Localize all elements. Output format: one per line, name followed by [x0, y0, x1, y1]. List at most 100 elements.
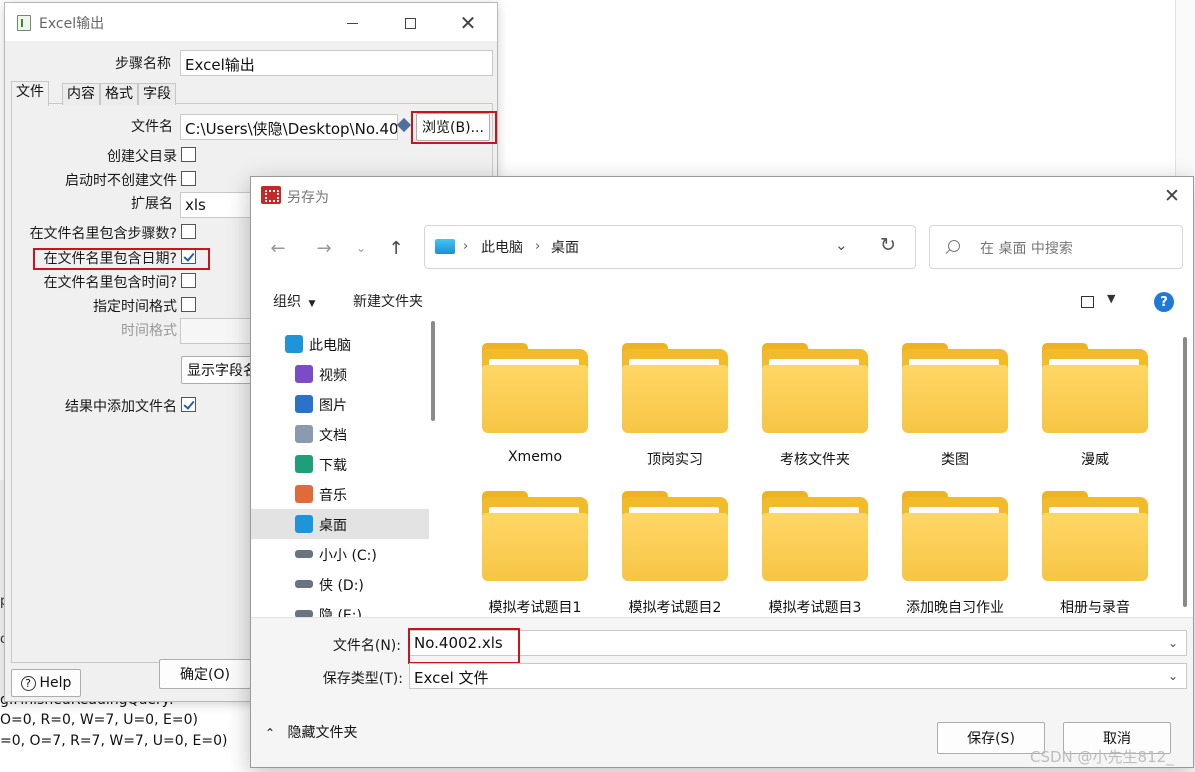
picture-icon — [295, 395, 313, 413]
log-line: =0, O=7, R=7, W=7, U=0, E=0) — [0, 733, 228, 749]
no-create-on-start-checkbox[interactable] — [181, 171, 196, 186]
tab-content[interactable]: 内容 — [62, 83, 100, 105]
up-arrow-icon[interactable]: ↑ — [381, 235, 411, 261]
folder-item[interactable]: 相册与录音 — [1007, 487, 1148, 617]
new-folder-button[interactable]: 新建文件夹 — [353, 291, 423, 311]
include-time-checkbox[interactable] — [181, 273, 196, 288]
create-parent-dir-checkbox[interactable] — [181, 147, 196, 162]
folder-item[interactable]: 顶岗实习 — [587, 339, 728, 479]
ok-button[interactable]: 确定(O) — [159, 659, 251, 689]
folder-label: 漫威 — [1081, 452, 1109, 468]
address-dropdown-icon[interactable]: ⌄ — [835, 236, 848, 254]
drive-icon — [295, 580, 313, 588]
nav-item-label: 侠 (D:) — [319, 578, 364, 594]
nav-item-label: 此电脑 — [309, 338, 351, 354]
help-button[interactable]: ? Help — [11, 669, 81, 697]
address-bar[interactable]: › 此电脑 › 桌面 ⌄ ↻ — [424, 225, 916, 269]
nav-item-label: 桌面 — [319, 518, 347, 534]
add-filename-result-label: 结果中添加文件名 — [65, 399, 177, 415]
background-scroll-strip — [1175, 0, 1195, 180]
time-format-input[interactable] — [180, 318, 260, 344]
nav-item[interactable]: 音乐 — [251, 479, 429, 509]
nav-item-label: 视频 — [319, 368, 347, 384]
drive-icon — [295, 550, 313, 558]
nav-item[interactable]: 小小 (C:) — [251, 539, 429, 569]
extension-input[interactable]: xls — [180, 192, 260, 218]
nav-item[interactable]: 文档 — [251, 419, 429, 449]
nav-item[interactable]: 下载 — [251, 449, 429, 479]
nav-item[interactable]: 图片 — [251, 389, 429, 419]
folder-icon — [622, 513, 728, 581]
nav-item[interactable]: 桌面 — [251, 509, 429, 539]
view-layout-icon[interactable] — [1081, 296, 1094, 308]
excel-titlebar[interactable]: Excel输出 ✕ — [5, 3, 497, 41]
save-button[interactable]: 保存(S) — [937, 722, 1045, 754]
folder-label: 模拟考试题目3 — [768, 600, 862, 616]
folder-label: 考核文件夹 — [780, 452, 850, 468]
folder-item[interactable]: 类图 — [867, 339, 1008, 479]
breadcrumb-this-pc[interactable]: 此电脑 — [481, 237, 523, 257]
folder-item[interactable]: 模拟考试题目1 — [447, 487, 588, 617]
minimize-icon[interactable] — [329, 9, 375, 37]
save-options-panel: 文件名(N): No.4002.xls ⌄ 保存类型(T): Excel 文件 … — [251, 617, 1193, 767]
folder-item[interactable]: 添加晚自习作业 — [867, 487, 1008, 617]
maximize-icon[interactable] — [387, 9, 433, 37]
create-parent-dir-label: 创建父目录 — [107, 149, 177, 165]
organize-button[interactable]: 组织 ▼ — [273, 291, 315, 311]
chevron-down-icon[interactable]: ⌄ — [1168, 636, 1178, 650]
download-icon — [295, 455, 313, 473]
back-arrow-icon[interactable]: ← — [263, 235, 293, 261]
folder-item[interactable]: 考核文件夹 — [727, 339, 868, 479]
hide-folders-label: 隐藏文件夹 — [287, 725, 358, 741]
folder-icon — [902, 513, 1008, 581]
filename-combobox[interactable]: No.4002.xls ⌄ — [409, 630, 1187, 656]
video-icon — [295, 365, 313, 383]
breadcrumb-separator-icon: › — [535, 239, 541, 254]
specify-time-format-checkbox[interactable] — [181, 297, 196, 312]
folder-icon — [1042, 513, 1148, 581]
step-name-input[interactable]: Excel输出 — [180, 50, 493, 76]
refresh-icon[interactable]: ↻ — [880, 234, 896, 256]
filetype-combobox[interactable]: Excel 文件 ⌄ — [409, 663, 1187, 689]
file-list-scrollbar[interactable] — [1183, 337, 1187, 607]
tab-file[interactable]: 文件 — [11, 81, 49, 106]
show-fields-button[interactable]: 显示字段名 — [181, 356, 261, 384]
filetype-label: 保存类型(T): — [322, 671, 403, 687]
nav-item[interactable]: 侠 (D:) — [251, 569, 429, 599]
breadcrumb-desktop[interactable]: 桌面 — [551, 237, 579, 257]
filename-input[interactable]: C:\Users\侠隐\Desktop\No.40 — [180, 114, 398, 140]
tab-fields[interactable]: 字段 — [138, 83, 176, 105]
tab-format[interactable]: 格式 — [100, 83, 138, 105]
highlight-filename — [408, 628, 520, 664]
document-icon — [295, 425, 313, 443]
folder-icon — [482, 513, 588, 581]
search-box[interactable]: 在 桌面 中搜索 — [929, 225, 1183, 269]
nav-scrollbar[interactable] — [431, 321, 435, 421]
help-button-label: Help — [39, 675, 72, 691]
include-stepnr-checkbox[interactable] — [181, 224, 196, 239]
step-name-label: 步骤名称 — [115, 56, 171, 72]
folder-item[interactable]: Xmemo — [447, 339, 588, 479]
folder-item[interactable]: 漫威 — [1007, 339, 1148, 479]
folder-item[interactable]: 模拟考试题目2 — [587, 487, 728, 617]
folder-label: 类图 — [941, 452, 969, 468]
close-icon[interactable]: ✕ — [1157, 183, 1187, 209]
hide-folders-toggle[interactable]: ⌃ 隐藏文件夹 — [265, 722, 358, 742]
recent-locations-chevron-icon[interactable]: ⌄ — [346, 235, 376, 261]
forward-arrow-icon[interactable]: → — [309, 235, 339, 261]
chevron-down-icon[interactable]: ▼ — [1107, 292, 1115, 305]
watermark: CSDN @小先生812_ — [1030, 748, 1174, 766]
folder-icon — [902, 365, 1008, 433]
folder-item[interactable]: 模拟考试题目3 — [727, 487, 868, 617]
add-filename-result-checkbox[interactable] — [181, 397, 196, 412]
nav-item[interactable]: 视频 — [251, 359, 429, 389]
highlight-include-date — [33, 248, 210, 270]
close-icon[interactable]: ✕ — [445, 9, 491, 37]
search-icon — [948, 240, 960, 252]
nav-item[interactable]: 此电脑 — [251, 329, 429, 359]
computer-icon — [285, 335, 303, 353]
time-format-label: 时间格式 — [121, 323, 177, 339]
chevron-down-icon[interactable]: ⌄ — [1168, 669, 1178, 683]
app-icon — [261, 186, 281, 204]
help-icon[interactable]: ? — [1154, 292, 1174, 312]
